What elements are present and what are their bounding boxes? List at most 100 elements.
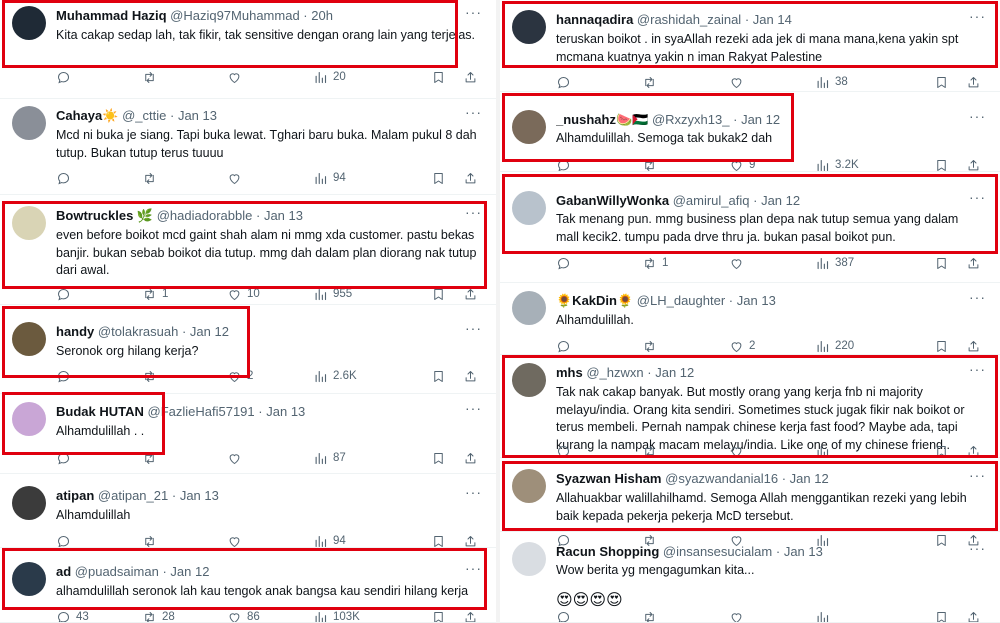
like-button[interactable] [227, 69, 247, 85]
user-handle[interactable]: @insansesucialam [663, 544, 772, 559]
user-handle[interactable]: @Rxzyxh13_ [652, 112, 730, 127]
more-options-icon[interactable]: ··· [969, 108, 986, 124]
timestamp[interactable]: Jan 14 [753, 12, 792, 27]
timestamp[interactable]: 20h [311, 8, 333, 23]
avatar[interactable] [12, 206, 46, 240]
timestamp[interactable]: Jan 12 [655, 365, 694, 380]
display-name[interactable]: handy [56, 324, 94, 339]
timestamp[interactable]: Jan 13 [180, 488, 219, 503]
avatar[interactable] [512, 469, 546, 503]
user-handle[interactable]: @puadsaiman [75, 564, 159, 579]
avatar[interactable] [512, 191, 546, 225]
views-button[interactable]: 38 [815, 74, 848, 90]
views-button[interactable]: 20 [313, 69, 346, 85]
views-button[interactable]: 94 [313, 170, 346, 186]
avatar[interactable] [512, 291, 546, 325]
display-name[interactable]: Budak HUTAN [56, 404, 144, 419]
like-button[interactable] [227, 450, 247, 466]
repost-button[interactable] [642, 74, 662, 90]
share-button[interactable] [463, 286, 478, 302]
timestamp[interactable]: Jan 12 [741, 112, 780, 127]
avatar[interactable] [512, 10, 546, 44]
user-handle[interactable]: @LH_daughter [637, 293, 725, 308]
more-options-icon[interactable]: ··· [465, 104, 482, 120]
share-button[interactable] [966, 338, 981, 354]
reply-tweet[interactable]: 🌻KakDin🌻 @LH_daughter · Jan 13 ··· Alhamdu… [500, 283, 1000, 355]
avatar[interactable] [12, 402, 46, 436]
reply-tweet[interactable]: Bowtruckles 🌿 @hadiadorabble · Jan 13 ···… [0, 195, 496, 305]
reply-button[interactable] [56, 170, 76, 186]
reply-tweet[interactable]: _nushahz🍉🇵🇸 @Rxzyxh13_ · Jan 12 ··· Alhamd… [500, 92, 1000, 172]
share-button[interactable] [463, 450, 478, 466]
display-name[interactable]: hannaqadira [556, 12, 633, 27]
like-button[interactable]: 2 [729, 338, 755, 354]
timestamp[interactable]: Jan 13 [737, 293, 776, 308]
like-button[interactable] [227, 170, 247, 186]
repost-button[interactable]: 1 [142, 286, 168, 302]
reply-tweet[interactable]: GabanWillyWonka @amirul_afiq · Jan 12 ···… [500, 172, 1000, 283]
views-button[interactable]: 103K [313, 609, 360, 623]
reply-button[interactable] [56, 450, 76, 466]
display-name[interactable]: Syazwan Hisham [556, 471, 662, 486]
more-options-icon[interactable]: ··· [465, 4, 482, 20]
more-options-icon[interactable]: ··· [465, 204, 482, 220]
more-options-icon[interactable]: ··· [969, 540, 986, 556]
avatar[interactable] [12, 6, 46, 40]
reply-button[interactable] [556, 609, 576, 623]
reply-tweet[interactable]: handy @tolakrasuah · Jan 12 ··· Seronok or… [0, 305, 496, 394]
bookmark-button[interactable] [431, 450, 446, 466]
reply-tweet[interactable]: mhs @_hzwxn · Jan 12 ··· Tak nak cakap ban… [500, 355, 1000, 458]
user-handle[interactable]: @atipan_21 [98, 488, 168, 503]
reply-button[interactable] [56, 286, 76, 302]
display-name[interactable]: Cahaya☀️ [56, 108, 118, 123]
more-options-icon[interactable]: ··· [969, 289, 986, 305]
more-options-icon[interactable]: ··· [969, 361, 986, 377]
repost-button[interactable] [142, 450, 162, 466]
repost-button[interactable]: 28 [142, 609, 175, 623]
avatar[interactable] [512, 542, 546, 576]
reply-tweet[interactable]: Syazwan Hisham @syazwandanial16 · Jan 12… [500, 458, 1000, 546]
user-handle[interactable]: @amirul_afiq [673, 193, 750, 208]
views-button[interactable]: 955 [313, 286, 352, 302]
views-button[interactable]: 220 [815, 338, 854, 354]
display-name[interactable]: ad [56, 564, 71, 579]
user-handle[interactable]: @Haziq97Muhammad [170, 8, 300, 23]
share-button[interactable] [966, 255, 981, 271]
display-name[interactable]: mhs [556, 365, 583, 380]
timestamp[interactable]: Jan 13 [784, 544, 823, 559]
like-button[interactable] [729, 255, 749, 271]
repost-button[interactable] [642, 338, 662, 354]
avatar[interactable] [12, 562, 46, 596]
display-name[interactable]: Bowtruckles 🌿 [56, 208, 153, 223]
reply-button[interactable] [56, 69, 76, 85]
reply-tweet[interactable]: ad @puadsaiman · Jan 12 ··· alhamdulillah … [0, 548, 496, 623]
like-button[interactable] [729, 609, 749, 623]
timestamp[interactable]: Jan 12 [761, 193, 800, 208]
share-button[interactable] [966, 74, 981, 90]
views-button[interactable]: 2.6K [313, 368, 357, 384]
timestamp[interactable]: Jan 13 [178, 108, 217, 123]
views-button[interactable] [815, 609, 835, 623]
more-options-icon[interactable]: ··· [465, 320, 482, 336]
user-handle[interactable]: @_cttie [122, 108, 166, 123]
timestamp[interactable]: Jan 12 [190, 324, 229, 339]
timestamp[interactable]: Jan 12 [790, 471, 829, 486]
more-options-icon[interactable]: ··· [465, 560, 482, 576]
more-options-icon[interactable]: ··· [969, 189, 986, 205]
display-name[interactable]: _nushahz🍉🇵🇸 [556, 112, 648, 127]
reply-tweet[interactable]: atipan @atipan_21 · Jan 13 ··· Alhamdulill… [0, 474, 496, 548]
like-button[interactable] [729, 74, 749, 90]
user-handle[interactable]: @FazlieHafi57191 [148, 404, 255, 419]
reply-tweet[interactable]: hannaqadira @rashidah_zainal · Jan 14 ···… [500, 0, 1000, 92]
share-button[interactable] [966, 609, 981, 623]
more-options-icon[interactable]: ··· [465, 400, 482, 416]
bookmark-button[interactable] [431, 368, 446, 384]
bookmark-button[interactable] [431, 170, 446, 186]
display-name[interactable]: 🌻KakDin🌻 [556, 293, 633, 308]
like-button[interactable]: 10 [227, 286, 260, 302]
reply-tweet[interactable]: Budak HUTAN @FazlieHafi57191 · Jan 13 ···… [0, 394, 496, 474]
reply-button[interactable] [556, 255, 576, 271]
avatar[interactable] [512, 363, 546, 397]
user-handle[interactable]: @syazwandanial16 [665, 471, 778, 486]
share-button[interactable] [463, 368, 478, 384]
